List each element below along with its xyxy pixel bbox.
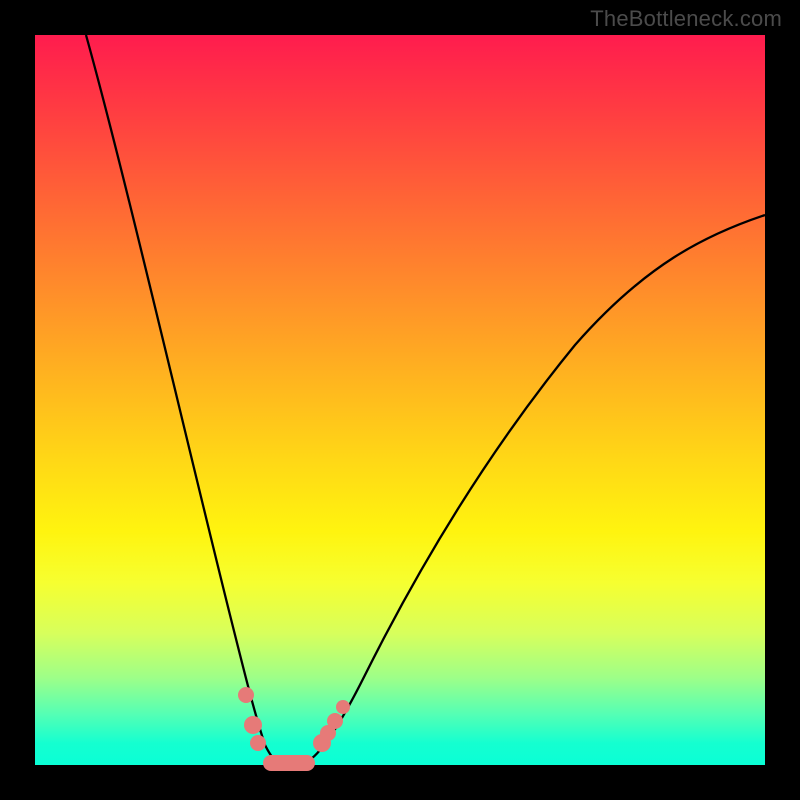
plot-area <box>35 35 765 765</box>
curve-left-branch <box>86 35 283 763</box>
marker-dot <box>327 713 343 729</box>
curve-right-branch <box>303 215 765 763</box>
chart-frame: TheBottleneck.com <box>0 0 800 800</box>
marker-dot <box>250 735 266 751</box>
attribution-text: TheBottleneck.com <box>590 6 782 32</box>
bottleneck-curve <box>35 35 765 765</box>
marker-dot <box>238 687 254 703</box>
marker-dot <box>336 700 350 714</box>
flat-segment-marker <box>263 755 315 771</box>
marker-dot <box>244 716 262 734</box>
